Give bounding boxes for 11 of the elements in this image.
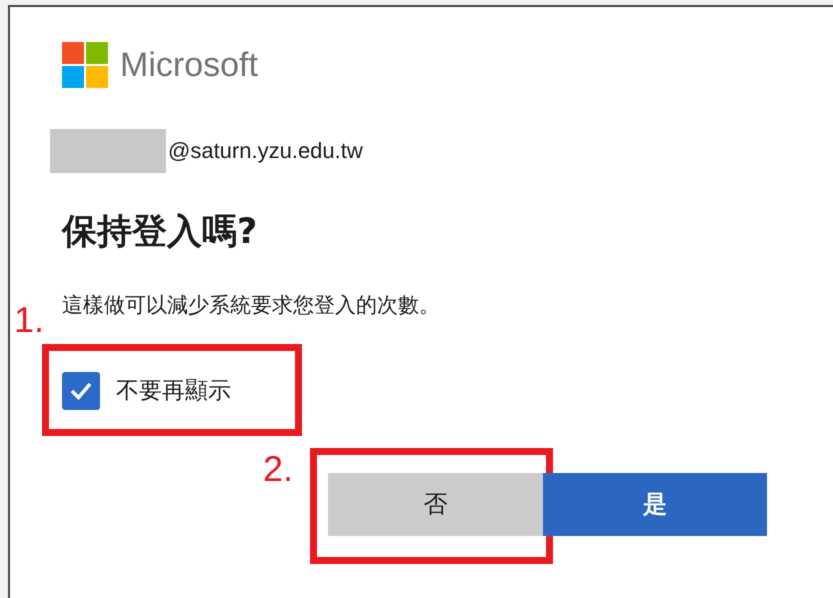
annotation-number: 1. [14, 298, 44, 341]
decline-button[interactable]: 否 [328, 472, 543, 536]
annotation-number: 2. [263, 448, 294, 490]
dialog-title: 保持登入嗎? [62, 211, 258, 254]
confirm-button[interactable]: 是 [543, 472, 767, 536]
description-text: 這樣做可以減少系統要求您登入的次數。 [62, 292, 441, 318]
checkbox[interactable] [62, 372, 100, 410]
checkbox-label: 不要再顯示 [116, 377, 231, 406]
logo-icon [62, 42, 108, 88]
account-email: @saturn.yzu.edu.tw [168, 138, 363, 164]
logo-text: Microsoft [120, 46, 258, 84]
